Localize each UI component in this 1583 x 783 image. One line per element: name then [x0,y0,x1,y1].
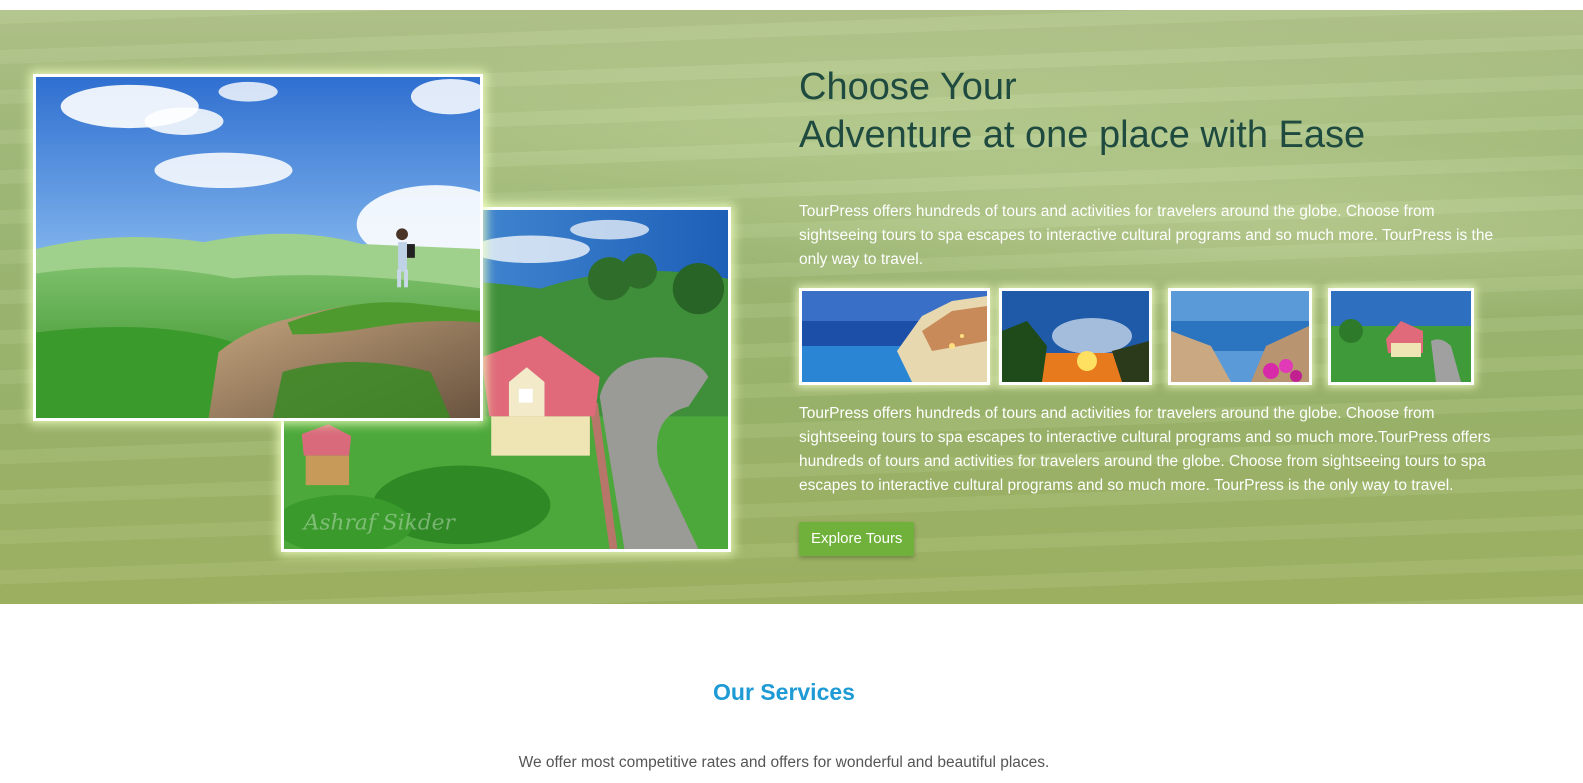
thumb-coastal-town[interactable] [799,288,990,385]
hero-detail-paragraph: TourPress offers hundreds of tours and a… [799,405,1491,494]
hero-intro-paragraph: TourPress offers hundreds of tours and a… [799,203,1494,268]
thumb-village-house[interactable] [1328,288,1474,385]
hiker-cliff-photo [33,74,483,421]
hero-heading: Choose Your Adventure at one place with … [799,63,1539,159]
thumb-cliff-flowers[interactable] [1168,288,1312,385]
services-subtitle: We offer most competitive rates and offe… [518,754,1050,771]
photo-watermark: Ashraf Sikder [302,510,457,535]
thumb-sunset-beach[interactable] [999,288,1152,385]
hero-heading-line1: Choose Your [799,66,1017,108]
hero-heading-line2: Adventure at one place with Ease [799,114,1366,156]
services-title: Our Services [713,679,855,705]
explore-tours-button[interactable]: Explore Tours [799,522,915,556]
hero-section: Ashraf Sikder Choose Your Adventure at o… [0,10,1583,604]
